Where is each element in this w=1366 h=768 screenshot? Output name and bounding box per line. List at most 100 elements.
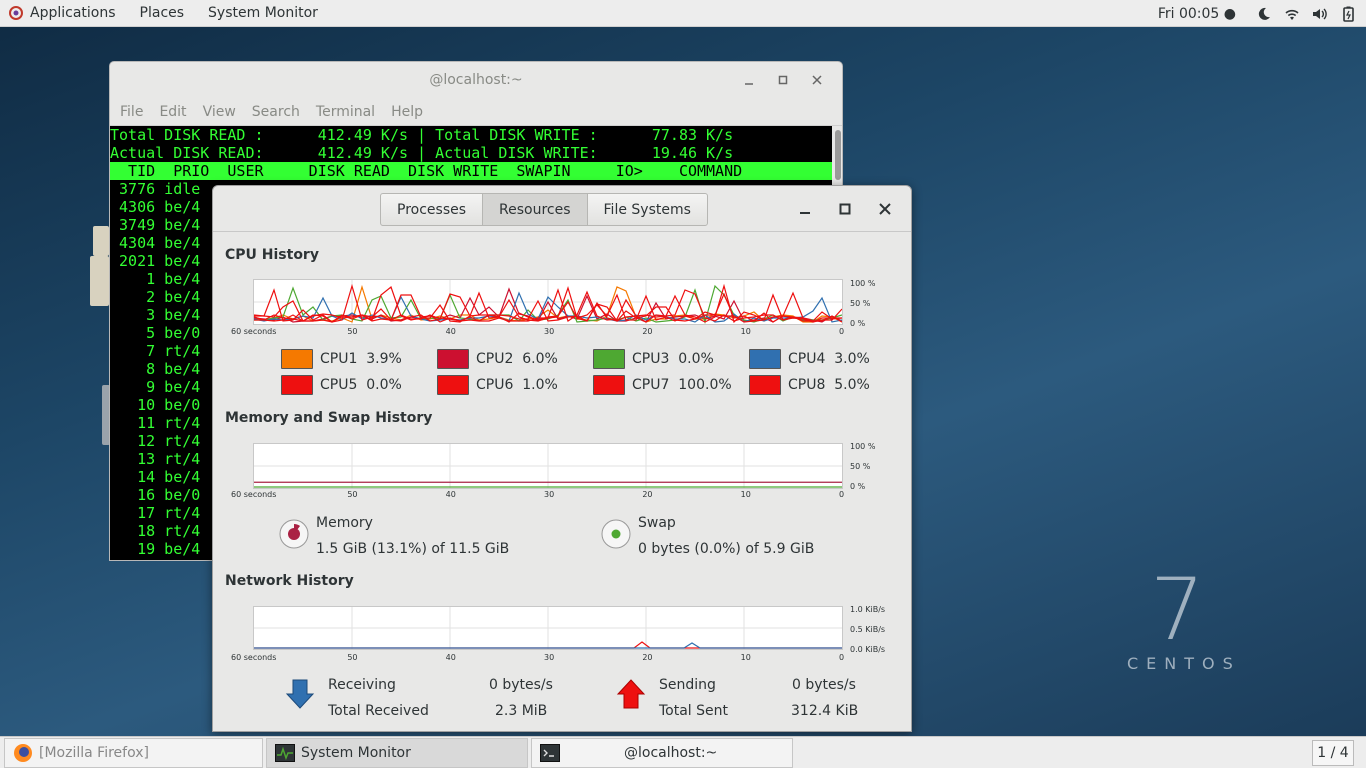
total-received-value: 2.3 MiB: [495, 703, 548, 719]
y-tick-label: 50 %: [850, 462, 871, 471]
y-tick-label: 50 %: [850, 299, 871, 308]
menu-terminal[interactable]: Terminal: [308, 104, 383, 120]
cpu-legend-label: CPU8 5.0%: [788, 377, 870, 393]
x-tick-label: 20: [642, 490, 653, 499]
taskbar-item-terminal[interactable]: @localhost:~: [531, 738, 793, 768]
x-tick-label: 30: [544, 490, 555, 499]
menu-file[interactable]: File: [112, 104, 151, 120]
x-tick-label: 60 seconds: [231, 327, 277, 336]
cpu-color-swatch[interactable]: [281, 375, 313, 395]
system-monitor-window[interactable]: Processes Resources File Systems CPU His…: [212, 185, 912, 732]
cpu-color-swatch[interactable]: [593, 375, 625, 395]
x-tick-label: 10: [740, 490, 751, 499]
terminal-icon: [540, 744, 560, 762]
cpu-legend-label: CPU7 100.0%: [632, 377, 732, 393]
applications-label: Applications: [30, 5, 116, 21]
cpu-history-graph: [253, 279, 843, 325]
taskbar-item-firefox[interactable]: [Mozilla Firefox]: [4, 738, 263, 768]
x-tick-label: 10: [740, 653, 751, 662]
tab-processes[interactable]: Processes: [380, 193, 484, 226]
app-menu-label: System Monitor: [208, 5, 318, 21]
cpu-color-swatch[interactable]: [593, 349, 625, 369]
cpu-legend-label: CPU1 3.9%: [320, 351, 402, 367]
places-menu[interactable]: Places: [128, 0, 197, 27]
x-tick-label: 20: [642, 327, 653, 336]
swap-pie-icon[interactable]: [601, 518, 631, 554]
menu-search[interactable]: Search: [244, 104, 308, 120]
terminal-line: Actual DISK READ: 412.49 K/s | Actual DI…: [110, 144, 734, 162]
y-tick-label: 100 %: [850, 279, 876, 288]
memory-label: Memory: [316, 515, 373, 531]
x-tick-label: 30: [544, 653, 555, 662]
y-tick-label: 0 %: [850, 482, 866, 491]
receiving-arrow-icon[interactable]: [285, 678, 315, 714]
x-tick-label: 10: [740, 327, 751, 336]
y-tick-label: 1.0 KiB/s: [850, 605, 886, 614]
minimize-icon[interactable]: [785, 192, 825, 226]
battery-icon[interactable]: [1334, 0, 1362, 27]
x-tick-label: 30: [544, 327, 555, 336]
desktop-icon-folder[interactable]: [90, 256, 109, 306]
minimize-icon[interactable]: [732, 62, 766, 98]
taskbar-label-terminal: @localhost:~: [624, 745, 718, 761]
y-tick-label: 0.5 KiB/s: [850, 625, 886, 634]
system-monitor-icon: [275, 744, 295, 762]
terminal-titlebar[interactable]: @localhost:~: [110, 62, 842, 98]
cpu-legend-item: CPU7 100.0%: [593, 375, 732, 395]
terminal-title: @localhost:~: [429, 72, 523, 88]
taskbar-label-system-monitor: System Monitor: [301, 745, 411, 761]
cpu-legend-item: CPU4 3.0%: [749, 349, 870, 369]
x-tick-label: 20: [642, 653, 653, 662]
cpu-color-swatch[interactable]: [281, 349, 313, 369]
centos-brand-logo: CENTOS: [1127, 654, 1241, 673]
tab-resources[interactable]: Resources: [482, 193, 588, 226]
scrollbar-thumb[interactable]: [835, 130, 841, 180]
applications-icon: [9, 6, 23, 20]
network-history-title: Network History: [225, 573, 354, 589]
y-tick-label: 100 %: [850, 442, 876, 451]
menu-view[interactable]: View: [195, 104, 244, 120]
cpu-legend-label: CPU5 0.0%: [320, 377, 402, 393]
cpu-color-swatch[interactable]: [437, 349, 469, 369]
night-mode-icon[interactable]: [1250, 0, 1278, 27]
y-tick-label: 0.0 KiB/s: [850, 645, 886, 654]
maximize-icon[interactable]: [766, 62, 800, 98]
taskbar-label-firefox: [Mozilla Firefox]: [39, 745, 149, 761]
x-tick-label: 50: [347, 490, 358, 499]
close-icon[interactable]: [800, 62, 834, 98]
cpu-color-swatch[interactable]: [437, 375, 469, 395]
cpu-history-plot: [254, 280, 842, 324]
workspace-switcher[interactable]: 1 / 4: [1312, 740, 1354, 766]
centos-version-logo: 7: [1150, 560, 1205, 660]
cpu-legend-label: CPU2 6.0%: [476, 351, 558, 367]
close-icon[interactable]: [865, 192, 905, 226]
sending-arrow-icon[interactable]: [616, 678, 646, 714]
taskbar-item-system-monitor[interactable]: System Monitor: [266, 738, 528, 768]
receiving-label: Receiving: [328, 677, 396, 693]
x-tick-label: 50: [347, 653, 358, 662]
memory-pie-icon[interactable]: [279, 518, 309, 554]
desktop-icon-home[interactable]: [93, 226, 109, 256]
volume-icon[interactable]: [1306, 0, 1334, 27]
cpu-legend-label: CPU6 1.0%: [476, 377, 558, 393]
total-received-label: Total Received: [328, 703, 429, 719]
memory-swap-history-title: Memory and Swap History: [225, 410, 433, 426]
app-menu[interactable]: System Monitor: [196, 0, 330, 27]
total-sent-value: 312.4 KiB: [791, 703, 859, 719]
memory-value: 1.5 GiB (13.1%) of 11.5 GiB: [316, 541, 510, 557]
maximize-icon[interactable]: [825, 192, 865, 226]
menu-edit[interactable]: Edit: [151, 104, 194, 120]
applications-menu[interactable]: Applications: [0, 0, 128, 27]
cpu-legend-item: CPU2 6.0%: [437, 349, 558, 369]
wifi-icon[interactable]: [1278, 0, 1306, 27]
cpu-color-swatch[interactable]: [749, 349, 781, 369]
memory-history-graph: [253, 443, 843, 489]
tab-file-systems[interactable]: File Systems: [586, 193, 708, 226]
clock[interactable]: Fri 00:05 ●: [1146, 0, 1250, 27]
cpu-color-swatch[interactable]: [749, 375, 781, 395]
memory-history-plot: [254, 444, 842, 488]
menu-help[interactable]: Help: [383, 104, 431, 120]
total-sent-label: Total Sent: [659, 703, 729, 719]
x-tick-label: 40: [445, 490, 456, 499]
sysmon-headerbar[interactable]: Processes Resources File Systems: [213, 186, 911, 232]
